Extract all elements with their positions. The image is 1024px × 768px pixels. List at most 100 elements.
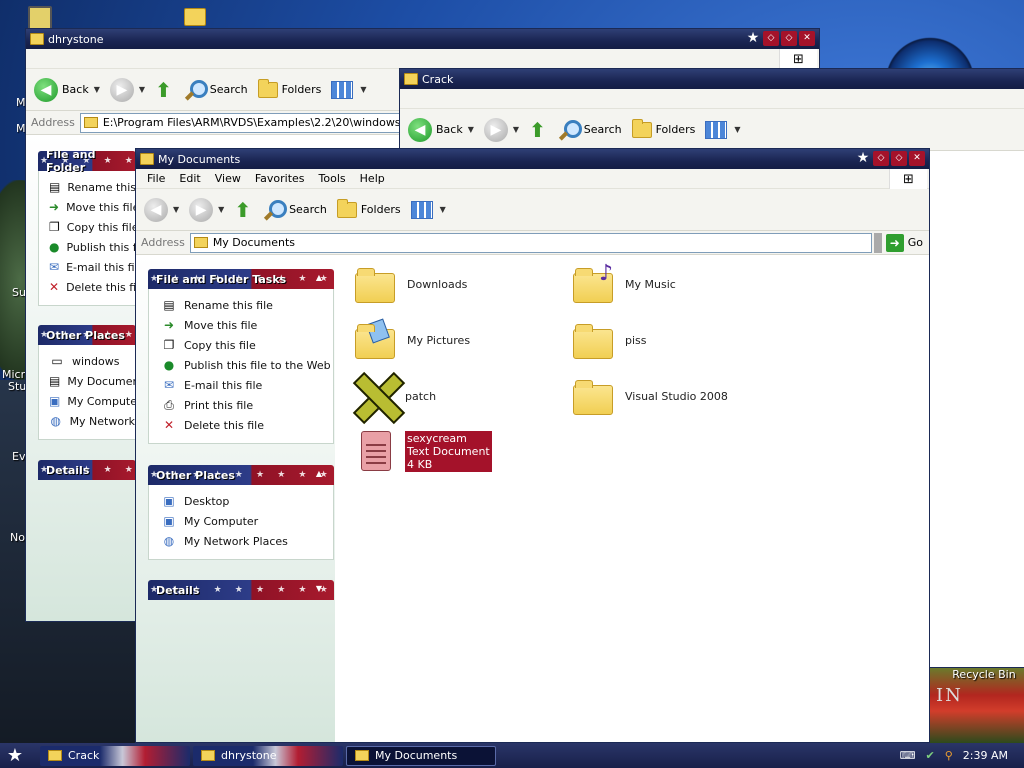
task-delete[interactable]: ✕ Delete this fil (49, 277, 135, 297)
forward-button[interactable]: ▶ ▼ (109, 77, 145, 102)
maximize-button[interactable]: ◇ (781, 31, 797, 46)
panel-header[interactable]: ★ ★ ★ ★ ★ ★ ★ ★ ★ ★ ★File and Folder Tas… (148, 269, 334, 289)
menu-edit[interactable]: Edit (172, 172, 207, 185)
place-my-computer[interactable]: ▣ My Computer (49, 391, 135, 411)
forward-button[interactable]: ▶ ▼ (189, 197, 224, 222)
desktop-icon-label[interactable]: Ev (12, 450, 25, 463)
panel-header[interactable]: ★ ★ ★ ★ ★ ★ ★ ★ ★ ★ ★Other Places▲ (148, 465, 334, 485)
menubar (400, 89, 1024, 109)
views-button[interactable]: ▼ (410, 200, 446, 219)
taskbar-item-my-documents[interactable]: My Documents (346, 745, 496, 766)
place-my-network[interactable]: ◍ My Network (49, 411, 135, 431)
close-button[interactable]: ✕ (799, 31, 815, 46)
up-folder-icon[interactable]: ⬆ (529, 118, 546, 142)
item-label: Visual Studio 2008 (625, 389, 728, 403)
search-tray-icon[interactable]: ⚲ (945, 749, 953, 762)
keyboard-icon[interactable]: ⌨ (900, 749, 916, 762)
collapse-chevron-icon[interactable]: ▲ (312, 273, 326, 285)
search-button[interactable]: Search (184, 79, 248, 101)
folders-button[interactable]: Folders (257, 78, 321, 98)
email-icon: ✉ (163, 378, 175, 392)
folder-my-pictures[interactable]: My Pictures (355, 318, 470, 359)
panel-header[interactable]: ★ ★ ★ ★ ★ ★ ★ ★ ★ ★ ★Details▼ (148, 580, 334, 600)
panel-header[interactable]: ★ ★ ★ ★ ★ ★ ★Other Places (38, 325, 136, 345)
folder-my-music[interactable]: ♪ My Music (573, 261, 676, 303)
search-label: Search (209, 83, 248, 96)
task-print[interactable]: ⎙ Print this file (161, 395, 333, 415)
maximize-button[interactable]: ◇ (891, 151, 907, 166)
task-pane: ★ ★ ★ ★ ★ ★ ★ ★ ★ ★ ★File and Folder Tas… (136, 255, 335, 742)
back-button[interactable]: ◀ Back ▼ (34, 77, 100, 102)
task-email[interactable]: ✉ E-mail this file (161, 375, 333, 395)
views-button[interactable]: ▼ (705, 120, 740, 139)
close-button[interactable]: ✕ (909, 151, 925, 166)
folders-button[interactable]: Folders (336, 198, 401, 218)
system-tray: ⌨ ✔ ⚲ 2:39 AM (874, 743, 1024, 768)
window-my-documents[interactable]: My Documents ★ ◇ ◇ ✕ File Edit View Favo… (135, 148, 930, 743)
folders-button[interactable]: Folders (631, 118, 695, 138)
expand-chevron-icon[interactable]: ▼ (312, 584, 326, 596)
desktop-icon-label[interactable]: Su (12, 286, 26, 299)
task-move[interactable]: ➜ Move this file (49, 197, 135, 217)
desktop-icon-label[interactable]: No (10, 531, 25, 544)
up-folder-icon[interactable]: ⬆ (234, 198, 251, 222)
desktop-icon-label[interactable]: Stu (8, 380, 26, 393)
search-button[interactable]: Search (558, 119, 622, 141)
other-places-panel: ★ ★ ★ ★ ★ ★ ★ ★ ★ ★ ★Other Places▲ ▣Desk… (148, 465, 334, 560)
titlebar[interactable]: dhrystone ★ ◇ ◇ ✕ (26, 29, 819, 49)
minimize-button[interactable]: ◇ (873, 151, 889, 166)
address-dropdown-button[interactable] (873, 232, 882, 253)
place-my-network-places[interactable]: ◍ My Network Places (161, 531, 333, 551)
folder-downloads[interactable]: Downloads (355, 267, 467, 303)
back-button[interactable]: ◀ Back ▼ (408, 117, 474, 142)
details-panel: ★ ★ ★ ★ ★ ★ ★Details (38, 460, 136, 480)
up-folder-icon[interactable]: ⬆ (155, 78, 172, 102)
place-desktop[interactable]: ▣ Desktop (161, 491, 333, 511)
task-copy[interactable]: ❐ Copy this file (161, 335, 333, 355)
file-sexycream[interactable]: sexycream Text Document 4 KB (361, 431, 492, 472)
task-copy[interactable]: ❐ Copy this file (49, 217, 135, 237)
menu-view[interactable]: View (208, 172, 248, 185)
task-publish[interactable]: ● Publish this file to the Web (161, 355, 333, 375)
search-button[interactable]: Search (263, 199, 327, 221)
desktop-folder-icon[interactable] (184, 8, 206, 26)
folder-piss[interactable]: piss (573, 323, 647, 359)
place-my-documents[interactable]: ▤ My Documen (49, 371, 135, 391)
titlebar[interactable]: Crack (400, 69, 1024, 89)
task-email[interactable]: ✉ E-mail this file (49, 257, 135, 277)
recycle-bin[interactable]: Recycle Bin (942, 668, 1024, 681)
panel-header[interactable]: ★ ★ ★ ★ ★ ★ ★File and Folder (38, 148, 136, 174)
start-button[interactable]: ★ (0, 745, 30, 766)
file-folder-tasks-panel: ★ ★ ★ ★ ★ ★ ★ ★ ★ ★ ★File and Folder Tas… (148, 269, 334, 444)
minimize-button[interactable]: ◇ (763, 31, 779, 46)
titlebar[interactable]: My Documents ★ ◇ ◇ ✕ (136, 149, 929, 169)
forward-button[interactable]: ▶ ▼ (483, 117, 519, 142)
task-publish[interactable]: ● Publish this f (49, 237, 135, 257)
menu-favorites[interactable]: Favorites (248, 172, 312, 185)
menu-tools[interactable]: Tools (312, 172, 353, 185)
collapse-chevron-icon[interactable]: ▲ (312, 469, 326, 481)
task-delete[interactable]: ✕ Delete this file (161, 415, 333, 435)
go-button[interactable]: ➜ Go (885, 233, 923, 252)
taskbar-item-dhrystone[interactable]: dhrystone (193, 745, 343, 766)
menu-help[interactable]: Help (353, 172, 392, 185)
clock[interactable]: 2:39 AM (963, 749, 1008, 762)
menu-file[interactable]: File (140, 172, 172, 185)
place-windows[interactable]: ▭ windows (49, 351, 135, 371)
star-icon: ★ (746, 30, 760, 46)
folder-icon (48, 750, 62, 761)
folders-icon (257, 78, 278, 98)
back-button[interactable]: ◀ ▼ (144, 197, 179, 222)
network-tray-icon[interactable]: ✔ (926, 749, 935, 762)
taskbar-item-crack[interactable]: Crack (40, 745, 190, 766)
task-rename[interactable]: ▤ Rename this file (161, 295, 333, 315)
views-button[interactable]: ▼ (331, 80, 366, 99)
file-patch[interactable]: patch (353, 373, 436, 419)
panel-header[interactable]: ★ ★ ★ ★ ★ ★ ★Details (38, 460, 136, 480)
desktop-shortcut-icon[interactable] (28, 6, 52, 30)
place-my-computer[interactable]: ▣ My Computer (161, 511, 333, 531)
address-input[interactable]: My Documents (189, 232, 872, 253)
task-rename[interactable]: ▤ Rename this (49, 177, 135, 197)
task-move[interactable]: ➜ Move this file (161, 315, 333, 335)
folder-visual-studio-2008[interactable]: Visual Studio 2008 (573, 379, 728, 415)
